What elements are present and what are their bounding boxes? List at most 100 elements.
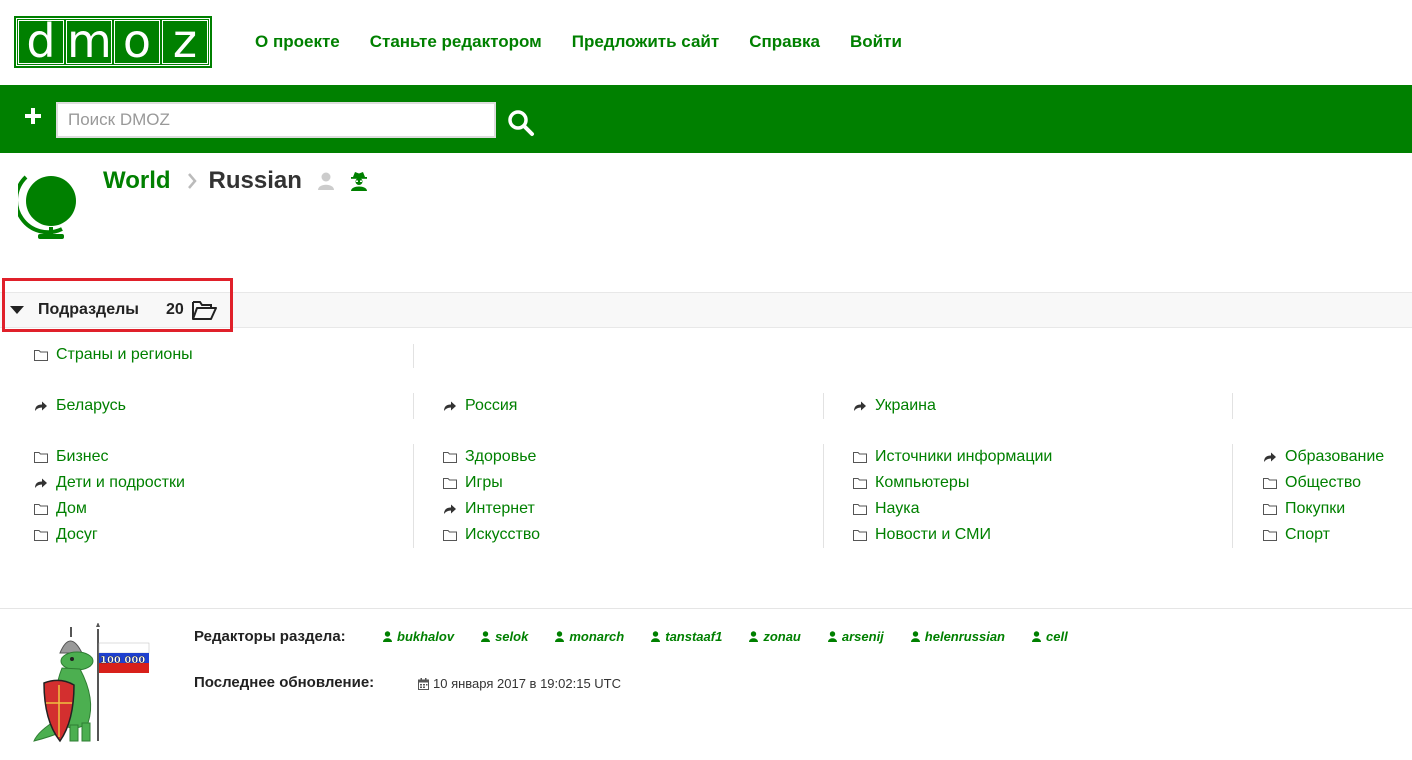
editor-link[interactable]: bukhalov (397, 629, 454, 644)
category-item[interactable]: Компьютеры (853, 470, 1052, 496)
folder-icon (853, 529, 867, 541)
breadcrumb-world-link[interactable]: World (103, 167, 171, 195)
category-item[interactable]: Новости и СМИ (853, 522, 1052, 548)
user-icon (383, 631, 392, 642)
logo-letter-z: z (161, 18, 209, 65)
dmoz-logo[interactable]: d m o z (14, 16, 212, 68)
editor-item[interactable]: cell (1032, 629, 1068, 644)
category-link[interactable]: Дети и подростки (56, 474, 185, 492)
editor-item[interactable]: zonau (749, 629, 801, 644)
search-input[interactable] (56, 102, 496, 138)
category-item[interactable]: Искусство (443, 522, 540, 548)
category-link[interactable]: Источники информации (875, 448, 1052, 466)
mascot-flag-text: 100 000 (100, 655, 145, 666)
category-link[interactable]: Новости и СМИ (875, 526, 991, 544)
search-icon[interactable] (507, 109, 535, 137)
share-icon (1263, 451, 1277, 463)
folder-icon (1263, 503, 1277, 515)
category-link[interactable]: Компьютеры (875, 474, 969, 492)
editor-item[interactable]: tanstaaf1 (651, 629, 722, 644)
category-link[interactable]: Интернет (465, 500, 535, 518)
user-icon (481, 631, 491, 642)
editor-link[interactable]: cell (1046, 629, 1068, 644)
last-update-label: Последнее обновление: (194, 674, 375, 691)
nav-about-link[interactable]: О проекте (255, 32, 340, 52)
category-link[interactable]: Беларусь (56, 397, 126, 415)
editors-list: bukhalov selok monarch tanstaaf1 zonau arseni… (383, 629, 1095, 644)
category-item[interactable]: Источники информации (853, 444, 1052, 470)
top-nav: О проекте Станьте редактором Предложить … (255, 32, 932, 52)
category-link[interactable]: Здоровье (465, 448, 536, 466)
folder-icon (443, 451, 457, 463)
category-item[interactable]: Образование (1263, 444, 1384, 470)
editor-item[interactable]: selok (481, 629, 528, 644)
category-link[interactable]: Бизнес (56, 448, 109, 466)
category-item[interactable]: Беларусь (34, 393, 126, 419)
category-item[interactable]: Страны и регионы (34, 342, 193, 368)
editor-item[interactable]: monarch (555, 629, 624, 644)
category-row-regions: Страны и регионы (0, 342, 1412, 368)
user-secret-icon[interactable] (350, 171, 368, 191)
plus-icon[interactable] (22, 105, 44, 127)
category-item[interactable]: Интернет (443, 496, 540, 522)
category-link[interactable]: Спорт (1285, 526, 1330, 544)
nav-become-editor-link[interactable]: Станьте редактором (370, 32, 542, 52)
category-item[interactable]: Покупки (1263, 496, 1384, 522)
category-item[interactable]: Бизнес (34, 444, 185, 470)
dino-mascot-image: 100 000 (33, 623, 150, 743)
user-icon (1032, 631, 1041, 642)
user-icon (910, 631, 920, 642)
category-item[interactable]: Наука (853, 496, 1052, 522)
category-link[interactable]: Дом (56, 500, 87, 518)
chevron-right-icon (187, 173, 197, 189)
category-item[interactable]: Здоровье (443, 444, 540, 470)
share-icon (34, 400, 48, 412)
nav-login-link[interactable]: Войти (850, 32, 902, 52)
category-link[interactable]: Украина (875, 397, 936, 415)
category-item[interactable]: Досуг (34, 522, 185, 548)
category-row-topics: Бизнес Дети и подростки Дом Досуг Здоровье И… (0, 444, 1412, 550)
user-icon (749, 631, 759, 642)
category-link[interactable]: Образование (1285, 448, 1384, 466)
category-link[interactable]: Игры (465, 474, 503, 492)
last-update-value: 10 января 2017 в 19:02:15 UTC (418, 676, 621, 691)
editor-item[interactable]: arsenij (827, 629, 884, 644)
logo-letter-d: d (17, 18, 65, 65)
category-link[interactable]: Страны и регионы (56, 346, 193, 364)
category-item[interactable]: Игры (443, 470, 540, 496)
user-icon (317, 172, 334, 190)
editor-link[interactable]: tanstaaf1 (665, 629, 722, 644)
footer-divider (0, 608, 1412, 609)
category-link[interactable]: Досуг (56, 526, 98, 544)
editor-link[interactable]: selok (495, 629, 528, 644)
editor-link[interactable]: arsenij (842, 629, 884, 644)
folder-icon (443, 477, 457, 489)
category-item[interactable]: Общество (1263, 470, 1384, 496)
category-item[interactable]: Спорт (1263, 522, 1384, 548)
nav-help-link[interactable]: Справка (749, 32, 820, 52)
folder-icon (1263, 477, 1277, 489)
category-item[interactable]: Россия (443, 393, 517, 419)
category-item[interactable]: Дети и подростки (34, 470, 185, 496)
editor-link[interactable]: monarch (569, 629, 624, 644)
editor-link[interactable]: zonau (763, 629, 801, 644)
user-icon (555, 631, 565, 642)
editor-link[interactable]: helenrussian (925, 629, 1005, 644)
editor-item[interactable]: helenrussian (910, 629, 1005, 644)
category-link[interactable]: Покупки (1285, 500, 1345, 518)
category-item[interactable]: Дом (34, 496, 185, 522)
last-update-text: 10 января 2017 в 19:02:15 UTC (433, 676, 621, 691)
logo-letter-o: o (113, 18, 161, 65)
globe-icon (18, 175, 76, 239)
category-link[interactable]: Общество (1285, 474, 1361, 492)
editor-item[interactable]: bukhalov (383, 629, 454, 644)
category-item[interactable]: Украина (853, 393, 936, 419)
user-icon (827, 631, 837, 642)
share-icon (853, 400, 867, 412)
calendar-icon (418, 677, 429, 690)
share-icon (34, 477, 48, 489)
category-link[interactable]: Наука (875, 500, 920, 518)
category-link[interactable]: Россия (465, 397, 517, 415)
nav-suggest-site-link[interactable]: Предложить сайт (572, 32, 719, 52)
category-link[interactable]: Искусство (465, 526, 540, 544)
